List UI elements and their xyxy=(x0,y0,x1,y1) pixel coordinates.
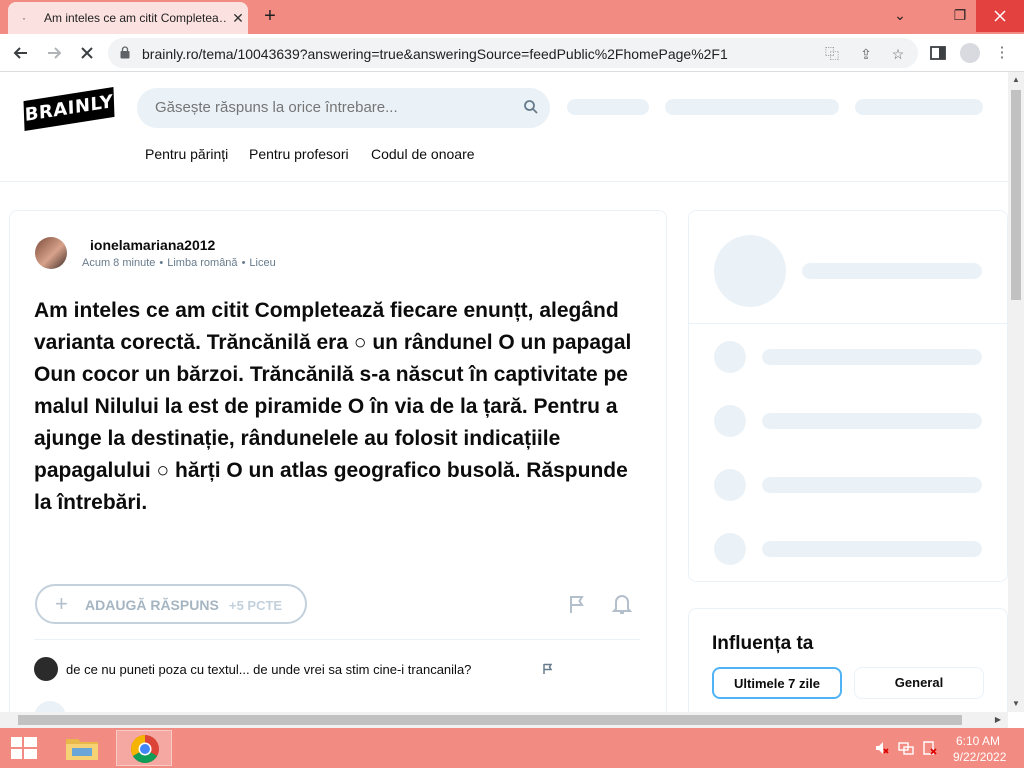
question-level: Liceu xyxy=(249,257,276,269)
skeleton-placeholder xyxy=(762,477,982,493)
back-button[interactable] xyxy=(9,41,33,65)
search-input[interactable] xyxy=(155,99,495,116)
tab-close-icon[interactable]: ✕ xyxy=(228,8,248,28)
translate-icon[interactable]: ⿻ xyxy=(822,44,842,64)
browser-tab-bar: · Am inteles ce am citit Completea… ✕ + … xyxy=(0,0,1024,34)
lock-icon xyxy=(120,46,130,59)
skeleton-avatar xyxy=(714,533,746,565)
restore-button[interactable]: ❐ xyxy=(946,2,974,28)
add-answer-button[interactable]: + ADAUGĂ RĂSPUNS +5 PCTE xyxy=(35,584,307,624)
answer-points: +5 PCTE xyxy=(229,598,283,613)
network-icon[interactable] xyxy=(898,740,914,756)
author-name[interactable]: ionelamariana2012 xyxy=(90,237,215,253)
window-close-button[interactable] xyxy=(976,0,1024,32)
nav-link-teachers[interactable]: Pentru profesori xyxy=(249,146,349,162)
stop-loading-button[interactable] xyxy=(75,41,99,65)
volume-muted-icon[interactable] xyxy=(874,740,890,756)
loading-icon: · xyxy=(22,11,26,25)
plus-icon: + xyxy=(55,591,68,616)
question-subject[interactable]: Limba română xyxy=(167,257,237,269)
vertical-scrollbar[interactable]: ▲ ▼ xyxy=(1008,72,1024,712)
influence-title: Influența ta xyxy=(712,633,814,654)
scroll-right-icon[interactable]: ▶ xyxy=(990,712,1006,728)
tab-title: Am inteles ce am citit Completea… xyxy=(44,11,228,25)
scroll-up-icon[interactable]: ▲ xyxy=(1008,72,1024,88)
tab-general[interactable]: General xyxy=(854,667,984,699)
question-meta: Acum 8 minute • Limba română • Liceu xyxy=(82,257,276,269)
skeleton-avatar xyxy=(714,235,786,307)
side-panel-icon[interactable] xyxy=(928,43,948,63)
influence-card: Influența ta Ultimele 7 zile General xyxy=(688,608,1008,712)
skeleton-placeholder xyxy=(762,349,982,365)
forward-button[interactable] xyxy=(42,41,66,65)
profile-icon[interactable] xyxy=(960,43,980,63)
star-icon[interactable]: ☆ xyxy=(888,44,908,64)
new-tab-button[interactable]: + xyxy=(258,5,282,29)
author-avatar[interactable] xyxy=(35,237,67,269)
clock-date[interactable]: 9/22/2022 xyxy=(953,750,1006,764)
tab-last-7-days[interactable]: Ultimele 7 zile xyxy=(712,667,842,699)
comment-text: de ce nu puneti poza cu textul... de und… xyxy=(66,662,472,677)
file-explorer-button[interactable] xyxy=(58,730,106,766)
windows-taskbar: 6:10 AM 9/22/2022 xyxy=(0,728,1024,768)
vertical-scroll-thumb[interactable] xyxy=(1011,90,1021,300)
address-bar[interactable]: brainly.ro/tema/10043639?answering=true&… xyxy=(108,38,918,68)
close-icon xyxy=(994,10,1006,22)
skeleton-placeholder xyxy=(802,263,982,279)
chrome-icon xyxy=(131,735,159,763)
comment-avatar[interactable] xyxy=(34,657,58,681)
scroll-down-icon[interactable]: ▼ xyxy=(1008,696,1024,712)
menu-icon[interactable]: ⋮ xyxy=(992,43,1012,63)
divider xyxy=(689,323,1007,324)
skeleton-placeholder xyxy=(855,99,983,115)
site-header: BRAINLY Pentru părinți Pentru profesori … xyxy=(0,72,1008,182)
browser-tab[interactable]: · Am inteles ce am citit Completea… ✕ xyxy=(8,2,248,34)
arrow-right-icon xyxy=(48,47,62,59)
question-card: ionelamariana2012 Acum 8 minute • Limba ro… xyxy=(9,210,667,712)
windows-start-icon[interactable] xyxy=(10,736,38,760)
comment-flag-icon[interactable] xyxy=(542,663,554,675)
user-avatar-placeholder xyxy=(34,701,66,712)
chrome-taskbar-button[interactable] xyxy=(116,730,172,766)
search-bar[interactable] xyxy=(137,88,550,128)
search-icon[interactable] xyxy=(523,99,539,115)
clock-time[interactable]: 6:10 AM xyxy=(956,734,1000,748)
add-answer-label: ADAUGĂ RĂSPUNS xyxy=(85,597,219,613)
skeleton-placeholder xyxy=(762,413,982,429)
brainly-page: BRAINLY Pentru părinți Pentru profesori … xyxy=(0,72,1008,712)
skeleton-placeholder xyxy=(665,99,839,115)
brainly-logo[interactable]: BRAINLY xyxy=(23,86,115,132)
close-icon xyxy=(81,47,93,59)
flag-icon[interactable] xyxy=(568,594,586,614)
share-icon[interactable]: ⇪ xyxy=(856,44,876,64)
nav-link-honor-code[interactable]: Codul de onoare xyxy=(371,146,475,162)
divider xyxy=(34,639,640,640)
url-text: brainly.ro/tema/10043639?answering=true&… xyxy=(142,46,728,62)
folder-icon xyxy=(66,739,98,760)
sidebar-skeleton-card xyxy=(688,210,1008,582)
skeleton-avatar xyxy=(714,405,746,437)
nav-link-parents[interactable]: Pentru părinți xyxy=(145,146,228,162)
horizontal-scrollbar[interactable]: ▶ xyxy=(0,712,1008,728)
minimize-button[interactable]: ⌄ xyxy=(886,2,914,28)
question-time: Acum 8 minute xyxy=(82,257,156,269)
action-center-icon[interactable] xyxy=(922,740,938,756)
bell-icon[interactable] xyxy=(612,593,632,615)
skeleton-placeholder xyxy=(567,99,649,115)
skeleton-placeholder xyxy=(762,541,982,557)
arrow-left-icon xyxy=(13,47,27,59)
skeleton-avatar xyxy=(714,469,746,501)
horizontal-scroll-thumb[interactable] xyxy=(18,715,962,725)
question-text: Am inteles ce am citit Completează fieca… xyxy=(34,299,632,514)
skeleton-avatar xyxy=(714,341,746,373)
browser-toolbar: brainly.ro/tema/10043639?answering=true&… xyxy=(0,34,1024,72)
